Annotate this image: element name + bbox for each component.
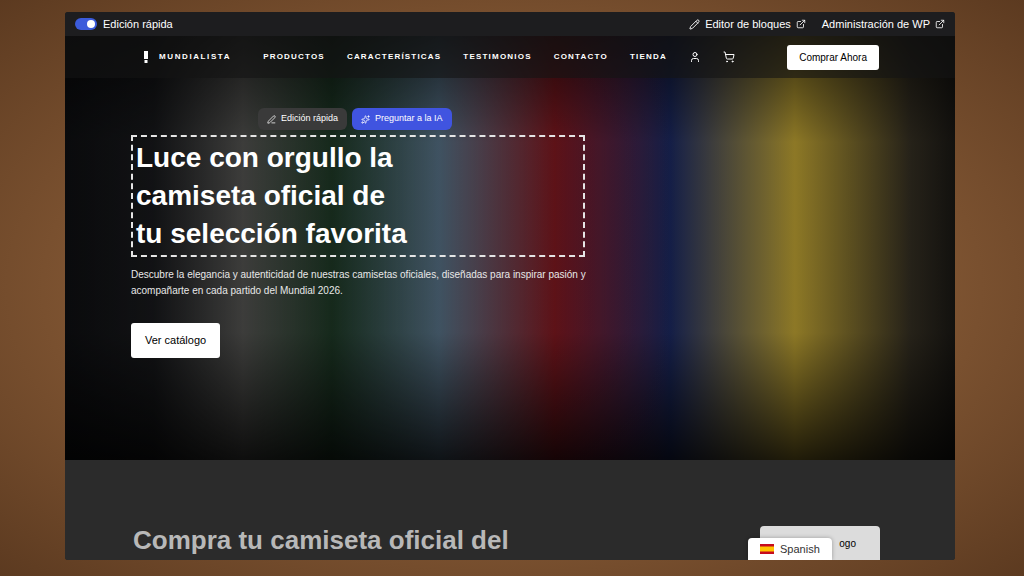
cart-icon[interactable] <box>723 51 735 63</box>
catalog-button[interactable]: Ver catálogo <box>131 323 220 358</box>
toggle-switch[interactable] <box>75 18 97 30</box>
toolbar-link[interactable]: Administración de WP <box>822 16 945 33</box>
logo[interactable]: MUNDIALISTA <box>143 51 231 63</box>
hero-description: Descubre la elegancia y autenticidad de … <box>131 267 591 299</box>
nav-menu: PRODUCTOS CARACTERÍSTICAS TESTIMONIOS CONTA… <box>263 51 735 63</box>
external-link-icon <box>935 19 945 29</box>
external-link-icon <box>796 19 806 29</box>
pen-icon <box>267 115 276 124</box>
quick-edit-chip[interactable]: Edición rápida <box>258 108 347 130</box>
toolbar-links: Editor de bloques Administración de WP <box>689 16 945 33</box>
hero: MUNDIALISTA PRODUCTOS CARACTERÍSTICAS TESTI… <box>65 36 955 460</box>
nav-item[interactable]: TIENDA <box>630 51 667 63</box>
nav-item[interactable]: CONTACTO <box>554 51 608 63</box>
ask-ai-chip[interactable]: Preguntar a la IA <box>352 108 452 130</box>
edit-toolbar: Edición rápida Editor de bloques Administr… <box>65 12 955 36</box>
hero-content: Edición rápidaPreguntar a la IA Luce con … <box>65 78 955 358</box>
edit-chips: Edición rápidaPreguntar a la IA <box>131 108 955 130</box>
hero-title-box[interactable]: Luce con orgullo lacamiseta oficial detu… <box>131 135 585 257</box>
sparkle-icon <box>361 115 370 124</box>
logo-icon <box>143 51 149 63</box>
page: Edición rápida Editor de bloques Administr… <box>0 0 1024 576</box>
browser-window: Edición rápida Editor de bloques Administr… <box>65 12 955 560</box>
hero-title: Luce con orgullo lacamiseta oficial detu… <box>136 139 580 253</box>
toolbar-link[interactable]: Editor de bloques <box>689 16 806 33</box>
nav-item[interactable]: CARACTERÍSTICAS <box>347 51 441 63</box>
toggle-label: Edición rápida <box>103 16 173 33</box>
site-header: MUNDIALISTA PRODUCTOS CARACTERÍSTICAS TESTI… <box>65 36 955 78</box>
pencil-icon <box>689 19 700 30</box>
language-switcher[interactable]: Spanish <box>748 538 832 560</box>
nav-item[interactable]: PRODUCTOS <box>263 51 325 63</box>
user-icon[interactable] <box>689 51 701 63</box>
quick-edit-toggle[interactable]: Edición rápida <box>75 16 173 33</box>
toggle-knob <box>87 20 95 28</box>
nav-item[interactable]: TESTIMONIOS <box>463 51 531 63</box>
cta-button[interactable]: Comprar Ahora <box>787 45 879 70</box>
spain-flag-icon <box>760 544 774 554</box>
